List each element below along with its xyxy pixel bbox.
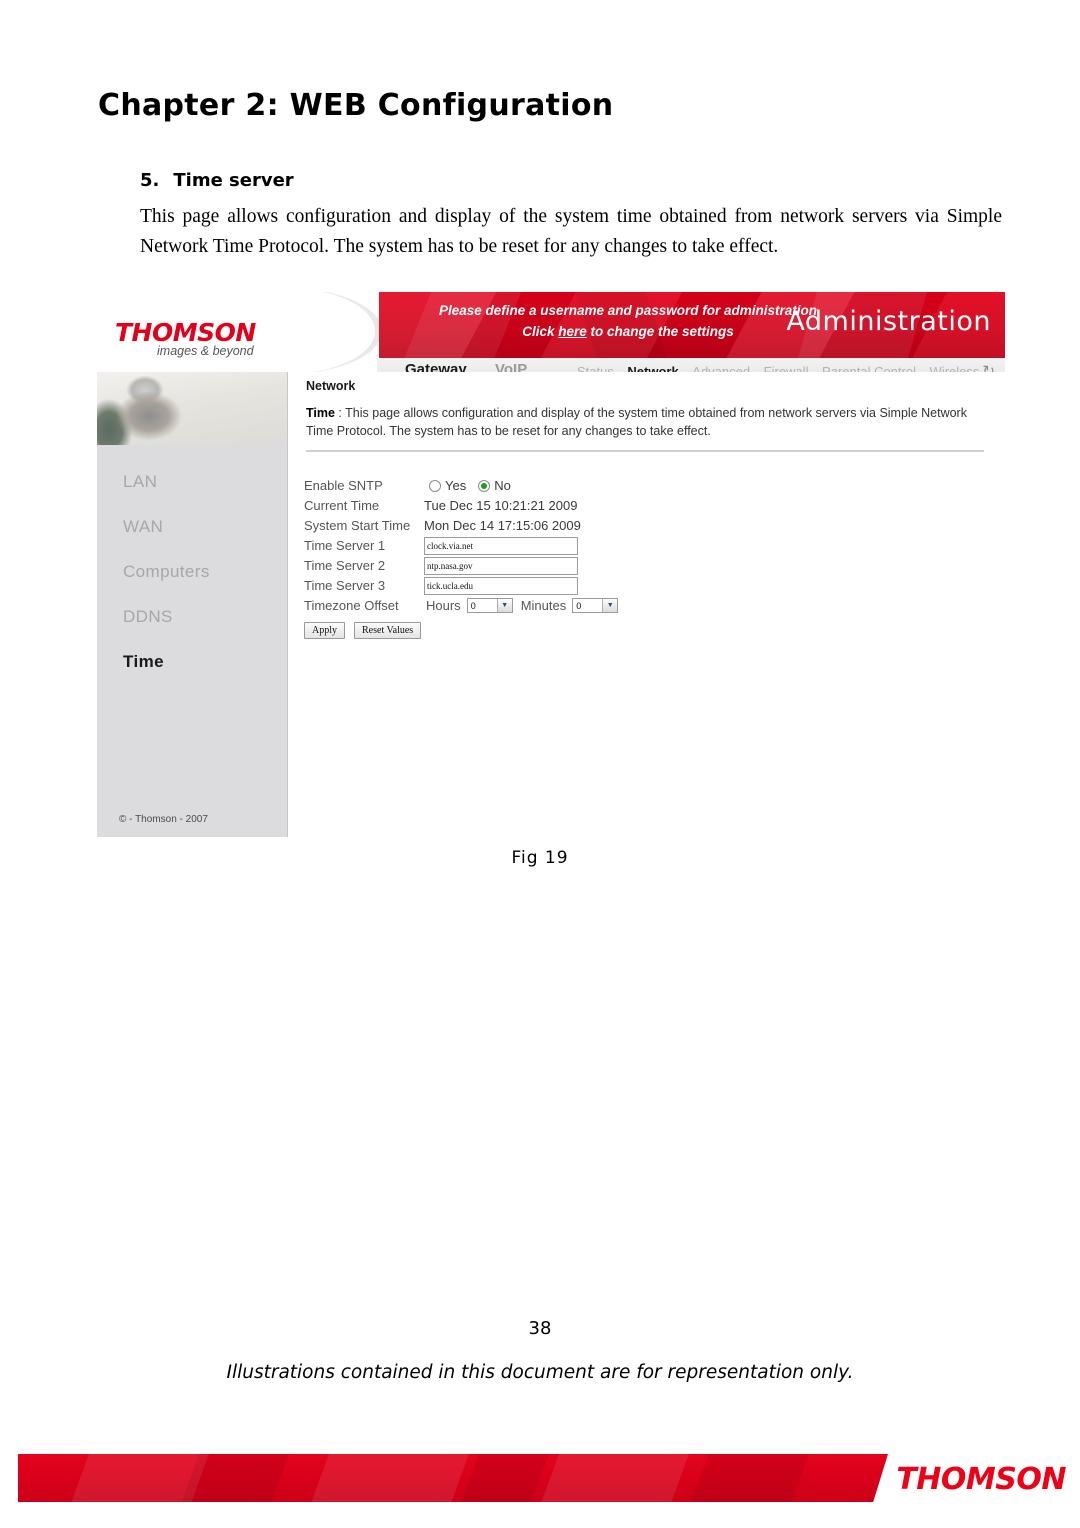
footer-brand: THOMSON — [896, 1462, 1066, 1497]
sidebar-photo — [97, 372, 287, 445]
form-button-row: Apply Reset Values — [304, 622, 618, 639]
timezone-minutes-value: 0 — [576, 600, 582, 611]
banner-message-line2: Click here to change the settings — [413, 321, 843, 342]
apply-button[interactable]: Apply — [304, 622, 345, 639]
timezone-minutes-label: Minutes — [520, 598, 567, 613]
thomson-logo: THOMSON images & beyond — [97, 292, 379, 372]
logo-tagline: images & beyond — [157, 344, 254, 358]
timezone-minutes-select[interactable]: 0 ▼ — [572, 598, 619, 613]
chevron-down-icon: ▼ — [496, 599, 512, 612]
time-settings-form: Enable SNTP Yes No Current Time Tue Dec … — [304, 476, 619, 639]
sidebar-item-ddns[interactable]: DDNS — [123, 607, 273, 627]
sidebar-item-computers[interactable]: Computers — [123, 562, 273, 582]
banner-click-text: Click — [522, 324, 559, 339]
time-server-1-label: Time Server 1 — [304, 538, 386, 553]
page-number: 38 — [528, 1318, 552, 1339]
timezone-hours-select[interactable]: 0 ▼ — [466, 598, 513, 613]
banner-message-line1: Please define a username and password fo… — [438, 303, 818, 318]
reset-values-button[interactable]: Reset Values — [354, 622, 422, 639]
content-desc-separator: : — [334, 406, 346, 420]
time-server-2-label: Time Server 2 — [304, 558, 386, 573]
page-title: Chapter 2: WEB Configuration — [98, 88, 614, 123]
banner-facet — [683, 1454, 813, 1502]
figure-caption: Fig 19 — [511, 848, 569, 868]
content-kicker: Network — [306, 379, 356, 393]
settings-link[interactable]: here — [558, 324, 587, 339]
sidebar-item-lan[interactable]: LAN — [123, 472, 273, 492]
banner-settings-text: to change the settings — [586, 324, 734, 339]
time-server-2-input[interactable]: ntp.nasa.gov — [424, 556, 578, 575]
footer-banner-shape — [18, 1454, 888, 1502]
time-server-3-label: Time Server 3 — [304, 578, 386, 593]
sidebar-menu: LAN WAN Computers DDNS Time — [123, 472, 273, 697]
chevron-down-icon: ▼ — [602, 599, 618, 612]
ui-sidebar: LAN WAN Computers DDNS Time © - Thomson … — [97, 372, 288, 837]
time-server-1-input[interactable]: clock.via.net — [424, 536, 578, 555]
banner-admin-message: Please define a username and password fo… — [413, 300, 843, 342]
radio-no-label: No — [494, 478, 511, 493]
section-heading: 5. Time server — [140, 170, 294, 191]
form-row-time-server-1: Time Server 1 clock.via.net — [304, 536, 618, 555]
form-row-enable-sntp: Enable SNTP Yes No — [304, 476, 618, 495]
sidebar-copyright: © - Thomson - 2007 — [119, 814, 208, 825]
enable-sntp-label: Enable SNTP — [304, 478, 383, 493]
banner-facet — [533, 1454, 693, 1502]
router-ui-screenshot: Please define a username and password fo… — [97, 292, 1005, 837]
sidebar-item-time[interactable]: Time — [123, 652, 273, 672]
content-desc-text: This page allows configuration and displ… — [306, 406, 967, 438]
form-row-time-server-3: Time Server 3 tick.ucla.edu — [304, 576, 618, 595]
timezone-hours-label: Hours — [426, 598, 461, 613]
timezone-hours-value: 0 — [470, 600, 476, 611]
system-start-time-value: Mon Dec 14 17:15:06 2009 — [424, 518, 581, 533]
current-time-label: Current Time — [304, 498, 380, 513]
ui-content-panel: Network Time : This page allows configur… — [288, 372, 1005, 837]
intro-paragraph: This page allows configuration and displ… — [140, 206, 1002, 257]
swoosh-icon — [245, 292, 379, 372]
time-server-3-input[interactable]: tick.ucla.edu — [424, 576, 578, 595]
current-time-value: Tue Dec 15 10:21:21 2009 — [424, 498, 578, 513]
radio-yes-label: Yes — [445, 478, 467, 493]
form-row-time-server-2: Time Server 2 ntp.nasa.gov — [304, 556, 618, 575]
form-row-current-time: Current Time Tue Dec 15 10:21:21 2009 — [304, 496, 618, 515]
banner-facet — [453, 1454, 553, 1502]
content-desc-label: Time — [306, 406, 335, 420]
content-description: Time : This page allows configuration an… — [306, 404, 974, 440]
radio-no[interactable] — [478, 479, 491, 492]
footer-banner: THOMSON — [0, 1448, 1080, 1528]
content-divider — [306, 450, 984, 452]
timezone-offset-label: Timezone Offset — [304, 598, 399, 613]
administration-label: Administration — [786, 306, 991, 337]
radio-yes[interactable] — [429, 479, 441, 492]
footer-note: Illustrations contained in this document… — [226, 1362, 854, 1383]
enable-sntp-radio-group: Yes No — [429, 478, 519, 493]
banner-facet — [303, 1454, 473, 1502]
section-title: Time server — [173, 170, 294, 191]
logo-brand: THOMSON — [115, 318, 256, 347]
form-row-system-start-time: System Start Time Mon Dec 14 17:15:06 20… — [304, 516, 618, 535]
section-number: 5. — [140, 170, 160, 191]
system-start-time-label: System Start Time — [304, 518, 411, 533]
sidebar-item-wan[interactable]: WAN — [123, 517, 273, 537]
ui-banner: Please define a username and password fo… — [377, 292, 1005, 358]
form-row-timezone-offset: Timezone Offset Hours 0 ▼ Minutes 0 ▼ — [304, 596, 619, 615]
